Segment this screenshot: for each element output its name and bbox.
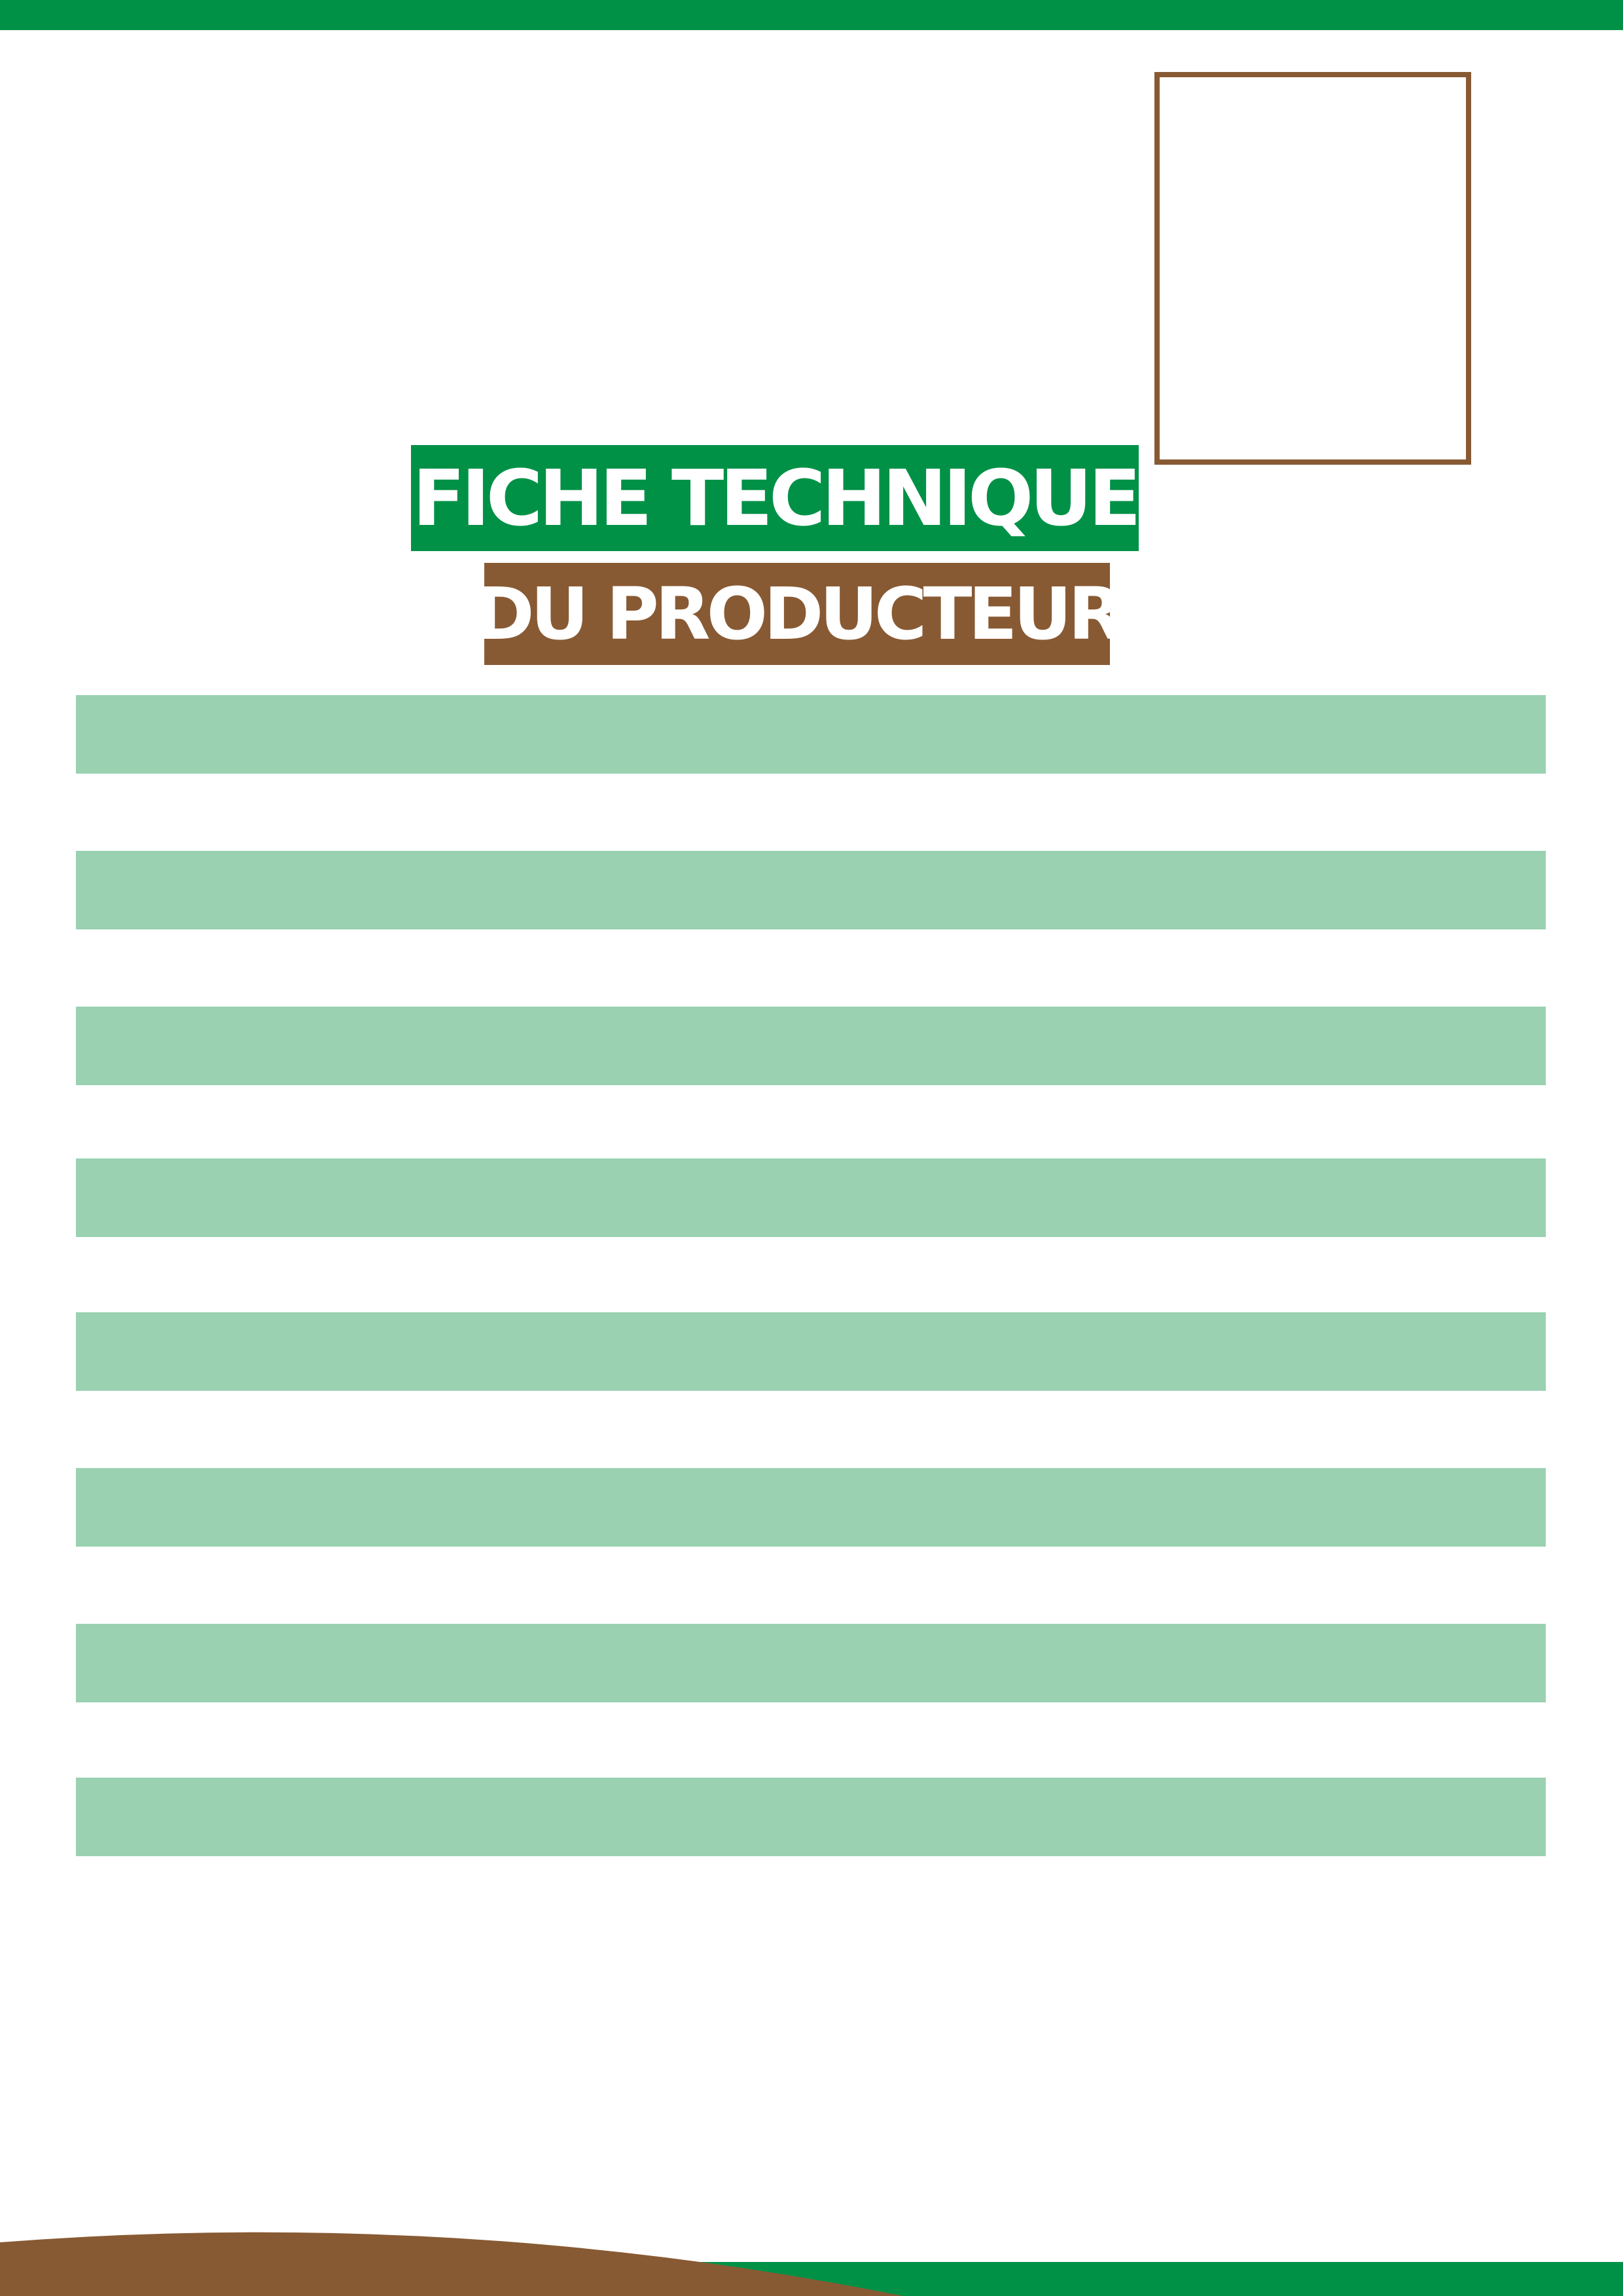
form-field-bar-4[interactable] (76, 1158, 1546, 1237)
form-field-bar-7[interactable] (76, 1624, 1546, 1702)
form-field-bar-8[interactable] (76, 1778, 1546, 1856)
bottom-decoration (0, 2232, 1623, 2296)
form-field-bar-5[interactable] (76, 1312, 1546, 1391)
photo-placeholder-frame (1154, 72, 1471, 465)
form-field-bar-3[interactable] (76, 1007, 1546, 1085)
form-field-bar-1[interactable] (76, 695, 1546, 774)
title-du-producteur: DU PRODUCTEUR (484, 563, 1110, 665)
title-fiche-technique: FICHE TECHNIQUE (411, 445, 1139, 551)
top-green-band (0, 0, 1623, 30)
form-field-bar-6[interactable] (76, 1468, 1546, 1547)
form-field-bar-2[interactable] (76, 851, 1546, 929)
